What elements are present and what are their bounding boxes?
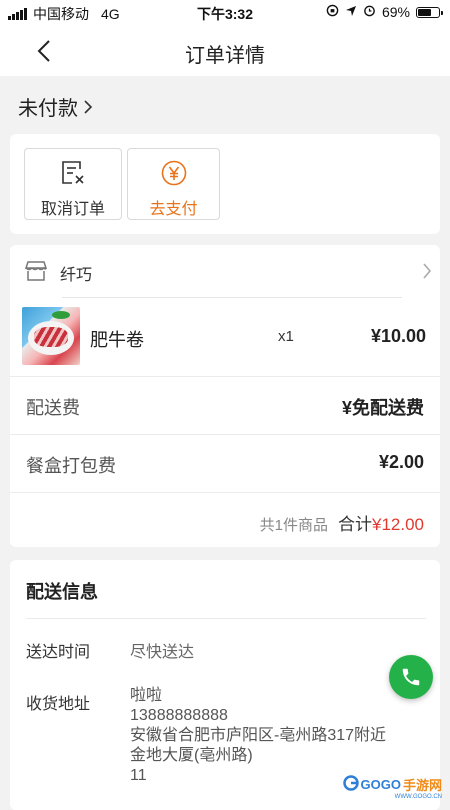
nav-bar: 订单详情 bbox=[0, 26, 450, 76]
product-image bbox=[22, 307, 80, 365]
divider bbox=[62, 297, 402, 298]
address-line: 安徽省合肥市庐阳区-亳州路317附近 bbox=[130, 727, 387, 744]
chevron-right-icon bbox=[422, 262, 432, 285]
divider bbox=[26, 618, 426, 619]
back-button[interactable] bbox=[32, 38, 58, 64]
chevron-left-icon bbox=[37, 40, 50, 62]
battery-percent: 69% bbox=[381, 4, 410, 20]
section-title: 配送信息 bbox=[26, 582, 98, 602]
watermark-icon bbox=[342, 775, 359, 794]
total-amount: ¥12.00 bbox=[372, 515, 424, 534]
order-status-text: 未付款 bbox=[18, 98, 78, 120]
item-quantity: x1 bbox=[278, 328, 294, 345]
address-label: 收货地址 bbox=[26, 696, 91, 713]
cancel-order-button[interactable]: 取消订单 bbox=[24, 148, 122, 220]
address-block: 啦啦 13888888888 安徽省合肥市庐阳区-亳州路317附近 金地大厦(亳… bbox=[130, 686, 386, 786]
yen-circle-icon bbox=[161, 160, 186, 186]
watermark-logo: GOGO 手游网 WWW.GOGO.CN bbox=[342, 775, 442, 800]
recipient-name: 啦啦 bbox=[130, 687, 163, 704]
alarm-icon bbox=[363, 4, 376, 20]
delivery-fee-row: 配送费 ¥免配送费 bbox=[10, 377, 440, 433]
address-line: 金地大厦(亳州路) bbox=[130, 747, 253, 764]
fee-value: ¥2.00 bbox=[378, 452, 424, 472]
list-item: 肥牛卷 x1 ¥10.00 bbox=[10, 299, 440, 375]
total-label: 合计 bbox=[338, 515, 372, 534]
fee-label: 餐盒打包费 bbox=[26, 456, 116, 476]
pay-label: 去支付 bbox=[149, 201, 198, 218]
cancel-order-label: 取消订单 bbox=[40, 201, 105, 218]
fee-value: ¥免配送费 bbox=[341, 398, 424, 418]
item-count: 共1件商品 bbox=[259, 517, 328, 534]
cancel-document-icon bbox=[62, 161, 84, 184]
pay-button[interactable]: 去支付 bbox=[127, 148, 220, 220]
battery-icon bbox=[416, 6, 443, 18]
location-icon bbox=[345, 4, 357, 20]
recipient-phone: 13888888888 bbox=[130, 707, 228, 724]
shop-name: 纤巧 bbox=[60, 267, 93, 284]
item-price: ¥10.00 bbox=[370, 326, 426, 346]
fee-label: 配送费 bbox=[26, 398, 80, 418]
delivery-time-value: 尽快送达 bbox=[130, 644, 195, 661]
order-items-card: 纤巧 肥牛卷 x1 ¥10.00 配送费 ¥免配送费 餐盒打包费 ¥2.00 共… bbox=[10, 245, 440, 547]
order-status-link[interactable]: 未付款 bbox=[18, 92, 94, 121]
page-title: 订单详情 bbox=[185, 45, 265, 67]
order-actions-card: 取消订单 去支付 bbox=[10, 134, 440, 234]
rotation-lock-icon bbox=[326, 4, 339, 20]
shop-row[interactable]: 纤巧 bbox=[10, 245, 440, 297]
delivery-info-card: 配送信息 送达时间 尽快送达 收货地址 啦啦 13888888888 安徽省合肥… bbox=[10, 560, 440, 810]
phone-icon bbox=[402, 668, 420, 686]
status-bar: 中国移动 4G 下午3:32 69% bbox=[0, 0, 450, 26]
chevron-right-icon bbox=[84, 99, 93, 114]
call-button[interactable] bbox=[389, 655, 433, 699]
item-name: 肥牛卷 bbox=[90, 330, 144, 350]
order-total-row: 共1件商品 合计¥12.00 bbox=[10, 493, 440, 547]
packaging-fee-row: 餐盒打包费 ¥2.00 bbox=[10, 435, 440, 491]
store-icon bbox=[24, 260, 48, 287]
delivery-time-label: 送达时间 bbox=[26, 644, 91, 661]
